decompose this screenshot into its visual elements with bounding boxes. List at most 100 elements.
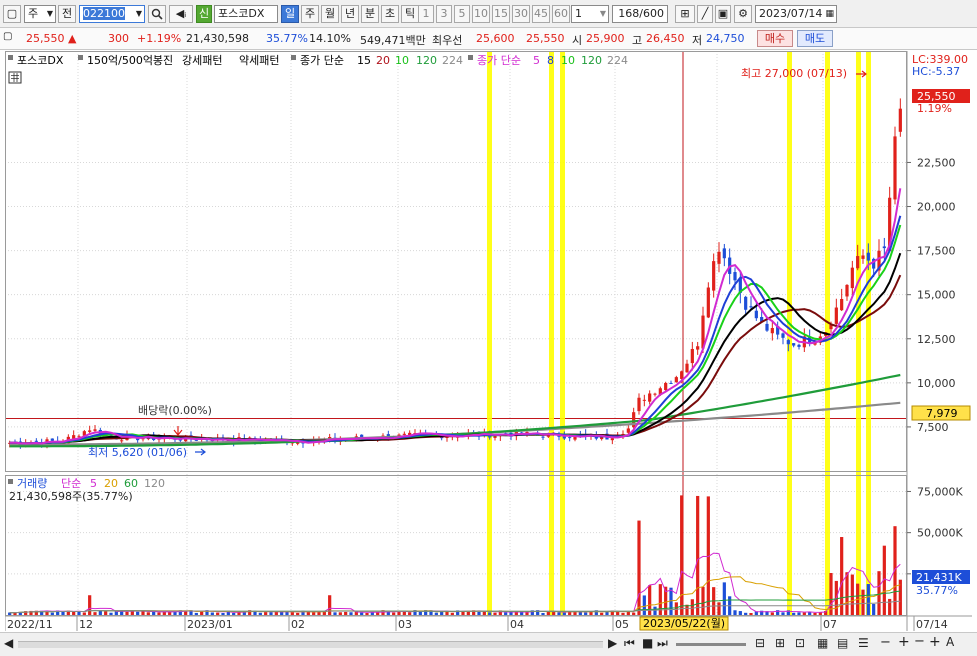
volume-bar bbox=[290, 612, 294, 615]
tab-period-0[interactable]: 일 bbox=[281, 5, 299, 23]
interval-button-3[interactable]: 3 bbox=[436, 5, 452, 23]
interval-button-45[interactable]: 45 bbox=[532, 5, 550, 23]
volume-bar bbox=[674, 602, 678, 615]
compare-icon[interactable]: ⊡ bbox=[795, 636, 805, 650]
candle-body bbox=[712, 261, 716, 291]
volume-bar bbox=[680, 495, 684, 615]
draw-tool-icon[interactable]: ╱ bbox=[697, 5, 713, 23]
volume-bar bbox=[450, 612, 454, 615]
split-icon[interactable]: ⊞ bbox=[775, 636, 785, 650]
zoom-out-icon[interactable]: − bbox=[880, 635, 891, 650]
tab-period-6[interactable]: 틱 bbox=[401, 5, 419, 23]
scroll-left-icon[interactable]: ◀ bbox=[4, 636, 13, 650]
plus-icon[interactable]: + bbox=[929, 634, 941, 650]
interval-button-1[interactable]: 1 bbox=[418, 5, 434, 23]
count-input[interactable]: 168/600 bbox=[612, 5, 668, 23]
chart-window-icon[interactable]: ▢ bbox=[3, 5, 21, 23]
candle-body bbox=[680, 371, 684, 379]
low-annotation: 최저 5,620 (01/06) bbox=[88, 446, 187, 459]
candle-body bbox=[637, 397, 641, 412]
volume-bar bbox=[781, 612, 785, 615]
layout-icon[interactable]: ⊟ bbox=[755, 636, 765, 650]
stock-chart[interactable]: 포스코DX 150억/500억봉진 강세패턴 약세패턴 종가 단순 15 20 … bbox=[4, 51, 972, 631]
grid-toggle-icon[interactable] bbox=[8, 71, 22, 84]
zoom-slider[interactable] bbox=[676, 643, 746, 646]
tab-period-1[interactable]: 주 bbox=[301, 5, 319, 23]
stock-code-input[interactable]: 022100 ▼ bbox=[79, 5, 145, 23]
chevron-down-icon: ▼ bbox=[599, 9, 606, 18]
scroll-right-icon[interactable]: ▶ bbox=[608, 636, 617, 650]
price-tick-label: 12,500 bbox=[917, 333, 956, 346]
pattern-highlight bbox=[866, 51, 871, 616]
volume-bar bbox=[157, 612, 161, 615]
interval-button-60[interactable]: 60 bbox=[552, 5, 570, 23]
volume-ma-label: 단순 bbox=[61, 477, 81, 490]
volume-bar bbox=[642, 595, 646, 615]
chevron-down-icon: ▼ bbox=[46, 9, 53, 18]
volume-bar bbox=[717, 602, 721, 615]
volume-pct: 35.77% bbox=[266, 32, 308, 45]
volume-bar bbox=[72, 611, 76, 615]
stock-name-field[interactable]: 포스코DX bbox=[214, 5, 278, 23]
legend-ma-a-20: 20 bbox=[376, 54, 390, 67]
candle-body bbox=[861, 255, 865, 259]
tab-period-3[interactable]: 년 bbox=[341, 5, 359, 23]
tab-period-5[interactable]: 초 bbox=[381, 5, 399, 23]
chart-area[interactable]: 포스코DX 150억/500억봉진 강세패턴 약세패턴 종가 단순 15 20 … bbox=[4, 51, 972, 631]
price-tick-label: 15,000 bbox=[917, 289, 956, 302]
interval-button-5[interactable]: 5 bbox=[454, 5, 470, 23]
volume-bar bbox=[360, 612, 364, 615]
gear-icon[interactable]: ⚙ bbox=[734, 5, 752, 23]
prev-button[interactable]: 전 bbox=[58, 5, 76, 23]
stock-name: 포스코DX bbox=[218, 7, 265, 20]
tab-period-4[interactable]: 분 bbox=[361, 5, 379, 23]
font-size-icon[interactable]: A bbox=[946, 635, 954, 649]
indicator-icon[interactable]: ⊞ bbox=[675, 5, 695, 23]
hc-label: HC:-5.37 bbox=[912, 65, 960, 78]
best-bid: 25,550 bbox=[526, 32, 565, 45]
volume-bar bbox=[850, 574, 854, 615]
time-axis-label: 2022/11 bbox=[7, 618, 53, 631]
sell-button[interactable]: 매도 bbox=[797, 30, 833, 47]
minus-icon[interactable]: − bbox=[914, 634, 925, 649]
search-icon[interactable] bbox=[148, 5, 166, 23]
candle-body bbox=[669, 383, 673, 385]
date-input[interactable]: 2023/07/14 ▦ bbox=[755, 5, 837, 23]
fast-forward-icon[interactable]: ⏭ bbox=[657, 636, 668, 651]
tab-period-2[interactable]: 월 bbox=[321, 5, 339, 23]
grid-icon[interactable]: ▦ bbox=[817, 636, 828, 650]
volume-bar bbox=[802, 612, 806, 615]
legend-pattern-2: 강세패턴 bbox=[182, 54, 222, 67]
volume-bar bbox=[221, 612, 225, 615]
volume-bar bbox=[109, 612, 113, 615]
volume-bar bbox=[477, 611, 481, 615]
period-select[interactable]: 주 ▼ bbox=[24, 5, 56, 23]
high-price: 26,450 bbox=[646, 32, 685, 45]
volume-bar bbox=[861, 589, 865, 615]
candle-body bbox=[648, 393, 652, 402]
stop-icon[interactable]: ■ bbox=[642, 636, 653, 650]
save-icon[interactable]: ▣ bbox=[715, 5, 731, 23]
candle-body bbox=[50, 438, 54, 441]
time-axis-label: 04 bbox=[510, 618, 524, 631]
chart-toolbar: ▢ 주 ▼ 전 022100 ▼ ◀ᵢ 신 포스코DX 일주월년분초틱 1 3 5 10 1… bbox=[0, 0, 977, 28]
rewind-icon[interactable]: ⏮ bbox=[624, 636, 635, 651]
list-icon[interactable]: ☰ bbox=[858, 636, 869, 650]
chart-window-icon[interactable]: ▢ bbox=[3, 31, 12, 42]
price-tick-label: 20,000 bbox=[917, 201, 956, 214]
table-icon[interactable]: ▤ bbox=[837, 636, 848, 650]
candle-body bbox=[834, 307, 838, 324]
date-value: 2023/07/14 bbox=[759, 7, 823, 20]
interval-button-30[interactable]: 30 bbox=[512, 5, 530, 23]
count-select[interactable]: 1 ▼ bbox=[571, 5, 609, 23]
zoom-in-icon[interactable]: + bbox=[898, 634, 910, 650]
sound-icon[interactable]: ◀ᵢ bbox=[169, 5, 193, 23]
interval-button-10[interactable]: 10 bbox=[472, 5, 490, 23]
candle-body bbox=[93, 429, 97, 431]
volume-bar bbox=[88, 595, 92, 615]
open-label: 시 bbox=[572, 34, 583, 47]
buy-button[interactable]: 매수 bbox=[757, 30, 793, 47]
legend-ma-b-5: 5 bbox=[533, 54, 540, 67]
interval-button-15[interactable]: 15 bbox=[492, 5, 510, 23]
scrollbar-track[interactable] bbox=[18, 641, 603, 648]
